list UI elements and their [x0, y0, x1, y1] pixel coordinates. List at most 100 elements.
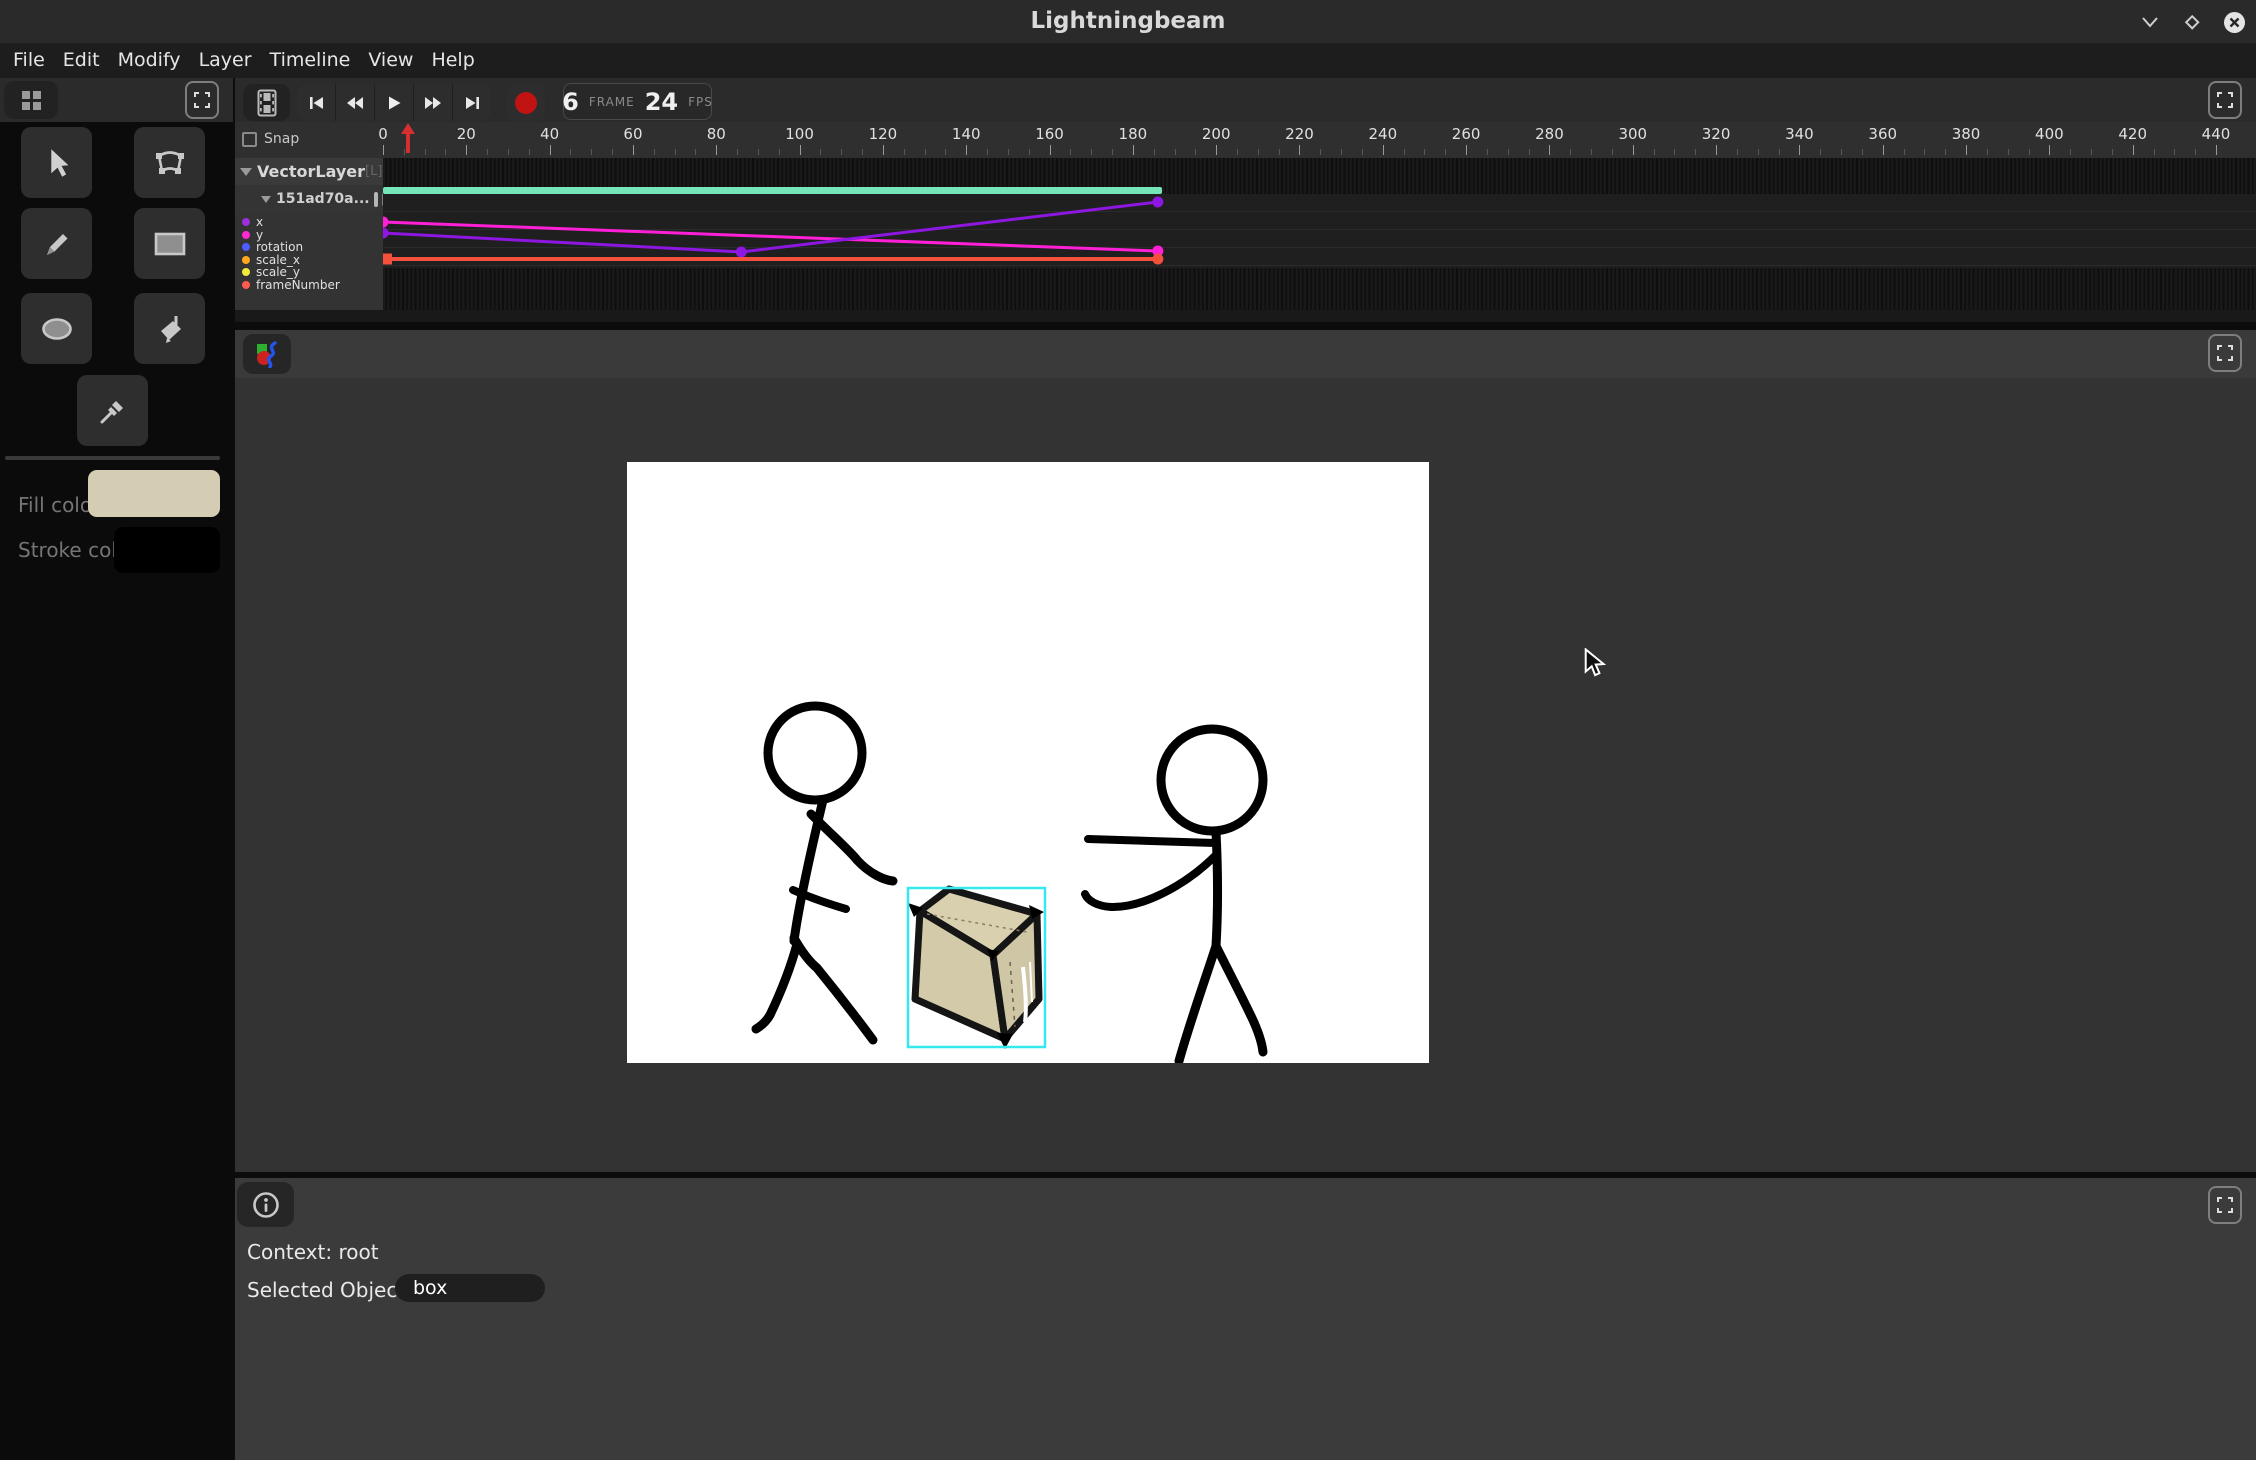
ruler-label: 220 — [1285, 125, 1314, 143]
frame-unit-label: FRAME — [589, 95, 635, 109]
fast-forward-button[interactable] — [414, 84, 452, 121]
paint-bucket-tool-button[interactable] — [134, 293, 205, 364]
ruler-label: 140 — [952, 125, 981, 143]
playhead[interactable] — [400, 123, 416, 157]
layer-row-vectorlayer[interactable]: VectorLayer [L] — [235, 158, 383, 185]
fps-value: 24 — [645, 88, 678, 116]
curve-y[interactable] — [383, 222, 1158, 251]
tools-panel: Fill color: Stroke color: — [0, 78, 233, 1460]
transport-bar: 6 FRAME 24 FPS — [235, 78, 2256, 122]
frame-number-value: 6 — [562, 88, 579, 116]
menu-item-file[interactable]: File — [4, 43, 54, 78]
envelope-transform-icon — [153, 148, 187, 178]
status-expand-button[interactable] — [2208, 1186, 2242, 1224]
property-row-frameNumber[interactable]: frameNumber — [235, 279, 383, 292]
timeline-scroll-strip[interactable] — [235, 310, 2256, 322]
timeline-panel: 6 FRAME 24 FPS Snap 02040608010012014016… — [235, 78, 2256, 322]
fill-color-swatch[interactable] — [88, 470, 220, 517]
stroke-color-swatch[interactable] — [114, 527, 220, 573]
grid-icon — [20, 89, 43, 112]
ruler-label: 260 — [1452, 125, 1481, 143]
info-button[interactable] — [237, 1182, 294, 1227]
property-list: xyrotationscale_xscale_yframeNumber — [235, 216, 383, 291]
tools-expand-button[interactable] — [185, 81, 219, 119]
keyframe-x[interactable] — [736, 247, 747, 258]
fullscreen-icon — [2217, 92, 2233, 108]
keyframe-y[interactable] — [383, 217, 389, 228]
property-color-dot — [242, 243, 250, 251]
layer-column: VectorLayer [L] 151ad70a... ~ xyrotation… — [235, 158, 383, 310]
ruler-label: 300 — [1618, 125, 1647, 143]
close-button[interactable] — [2222, 10, 2246, 34]
selected-object-input[interactable]: box — [395, 1274, 545, 1302]
ellipse-icon — [40, 316, 74, 342]
selected-box-object[interactable] — [908, 888, 1045, 1049]
stick-figure-right[interactable] — [1085, 729, 1263, 1061]
menu-item-modify[interactable]: Modify — [109, 43, 190, 78]
property-label: scale_x — [256, 254, 300, 266]
film-strip-icon — [257, 89, 277, 117]
property-color-dot — [242, 281, 250, 289]
menu-item-edit[interactable]: Edit — [54, 43, 109, 78]
shapes-mode-button[interactable] — [243, 334, 291, 374]
property-label: scale_y — [256, 266, 300, 278]
object-visibility-button[interactable] — [374, 192, 378, 207]
playback-controls — [297, 84, 491, 121]
skip-to-end-button[interactable] — [453, 84, 491, 121]
divider — [5, 456, 220, 460]
snap-label: Snap — [264, 131, 299, 147]
timeline-content: VectorLayer [L] 151ad70a... ~ xyrotation… — [235, 158, 2256, 310]
stage-drawing — [627, 462, 1429, 1063]
canvas-panel — [235, 330, 2256, 1172]
rectangle-tool-button[interactable] — [134, 208, 205, 279]
keyframe-x[interactable] — [1152, 197, 1163, 208]
maximize-button[interactable] — [2180, 10, 2204, 34]
ruler-label: 40 — [540, 125, 559, 143]
collapse-triangle-icon[interactable] — [240, 168, 252, 176]
status-panel: Context: root Selected Object box — [235, 1178, 2256, 1460]
keyframe-frameNumber[interactable] — [1152, 254, 1163, 265]
object-row[interactable]: 151ad70a... ~ — [235, 185, 383, 213]
menu-item-layer[interactable]: Layer — [190, 43, 261, 78]
timeline-expand-button[interactable] — [2208, 81, 2242, 119]
transform-tool-button[interactable] — [134, 127, 205, 198]
frame-fps-display[interactable]: 6 FRAME 24 FPS — [563, 83, 712, 120]
keyframe-frameNumber[interactable] — [383, 254, 392, 265]
record-button[interactable] — [507, 84, 545, 121]
property-row-x[interactable]: x — [235, 216, 383, 229]
film-strip-button[interactable] — [243, 84, 290, 121]
layer-name: VectorLayer — [257, 162, 365, 181]
grid-view-button[interactable] — [4, 81, 58, 119]
ruler-label: 440 — [2202, 125, 2231, 143]
menu-bar: FileEditModifyLayerTimelineViewHelp — [0, 43, 2256, 78]
play-button[interactable] — [375, 84, 413, 121]
timeline-curves — [383, 158, 2256, 310]
stick-figure-left[interactable] — [756, 706, 893, 1040]
property-label: x — [256, 216, 263, 228]
frame-ruler[interactable]: 0204060801001201401601802002202402602803… — [383, 122, 2256, 158]
stage[interactable] — [627, 462, 1429, 1063]
menu-item-help[interactable]: Help — [422, 43, 483, 78]
layer-suffix: [L] — [365, 164, 382, 179]
menu-item-timeline[interactable]: Timeline — [261, 43, 360, 78]
eyedropper-tool-button[interactable] — [77, 375, 148, 446]
ruler-label: 120 — [869, 125, 898, 143]
collapse-triangle-icon[interactable] — [261, 196, 271, 203]
property-row-scale_x[interactable]: scale_x — [235, 254, 383, 267]
close-icon — [2223, 11, 2246, 34]
ellipse-tool-button[interactable] — [21, 293, 92, 364]
track-area[interactable] — [383, 158, 2256, 310]
property-row-rotation[interactable]: rotation — [235, 241, 383, 254]
snap-checkbox[interactable] — [242, 132, 257, 147]
keyframe-x[interactable] — [383, 228, 389, 239]
canvas-expand-button[interactable] — [2208, 334, 2242, 372]
property-row-scale_y[interactable]: scale_y — [235, 266, 383, 279]
select-tool-button[interactable] — [21, 127, 92, 198]
menu-item-view[interactable]: View — [359, 43, 422, 78]
pencil-tool-button[interactable] — [21, 208, 92, 279]
skip-to-start-button[interactable] — [297, 84, 335, 121]
property-color-dot — [242, 256, 250, 264]
rewind-button[interactable] — [336, 84, 374, 121]
property-row-y[interactable]: y — [235, 229, 383, 242]
minimize-button[interactable] — [2138, 10, 2162, 34]
